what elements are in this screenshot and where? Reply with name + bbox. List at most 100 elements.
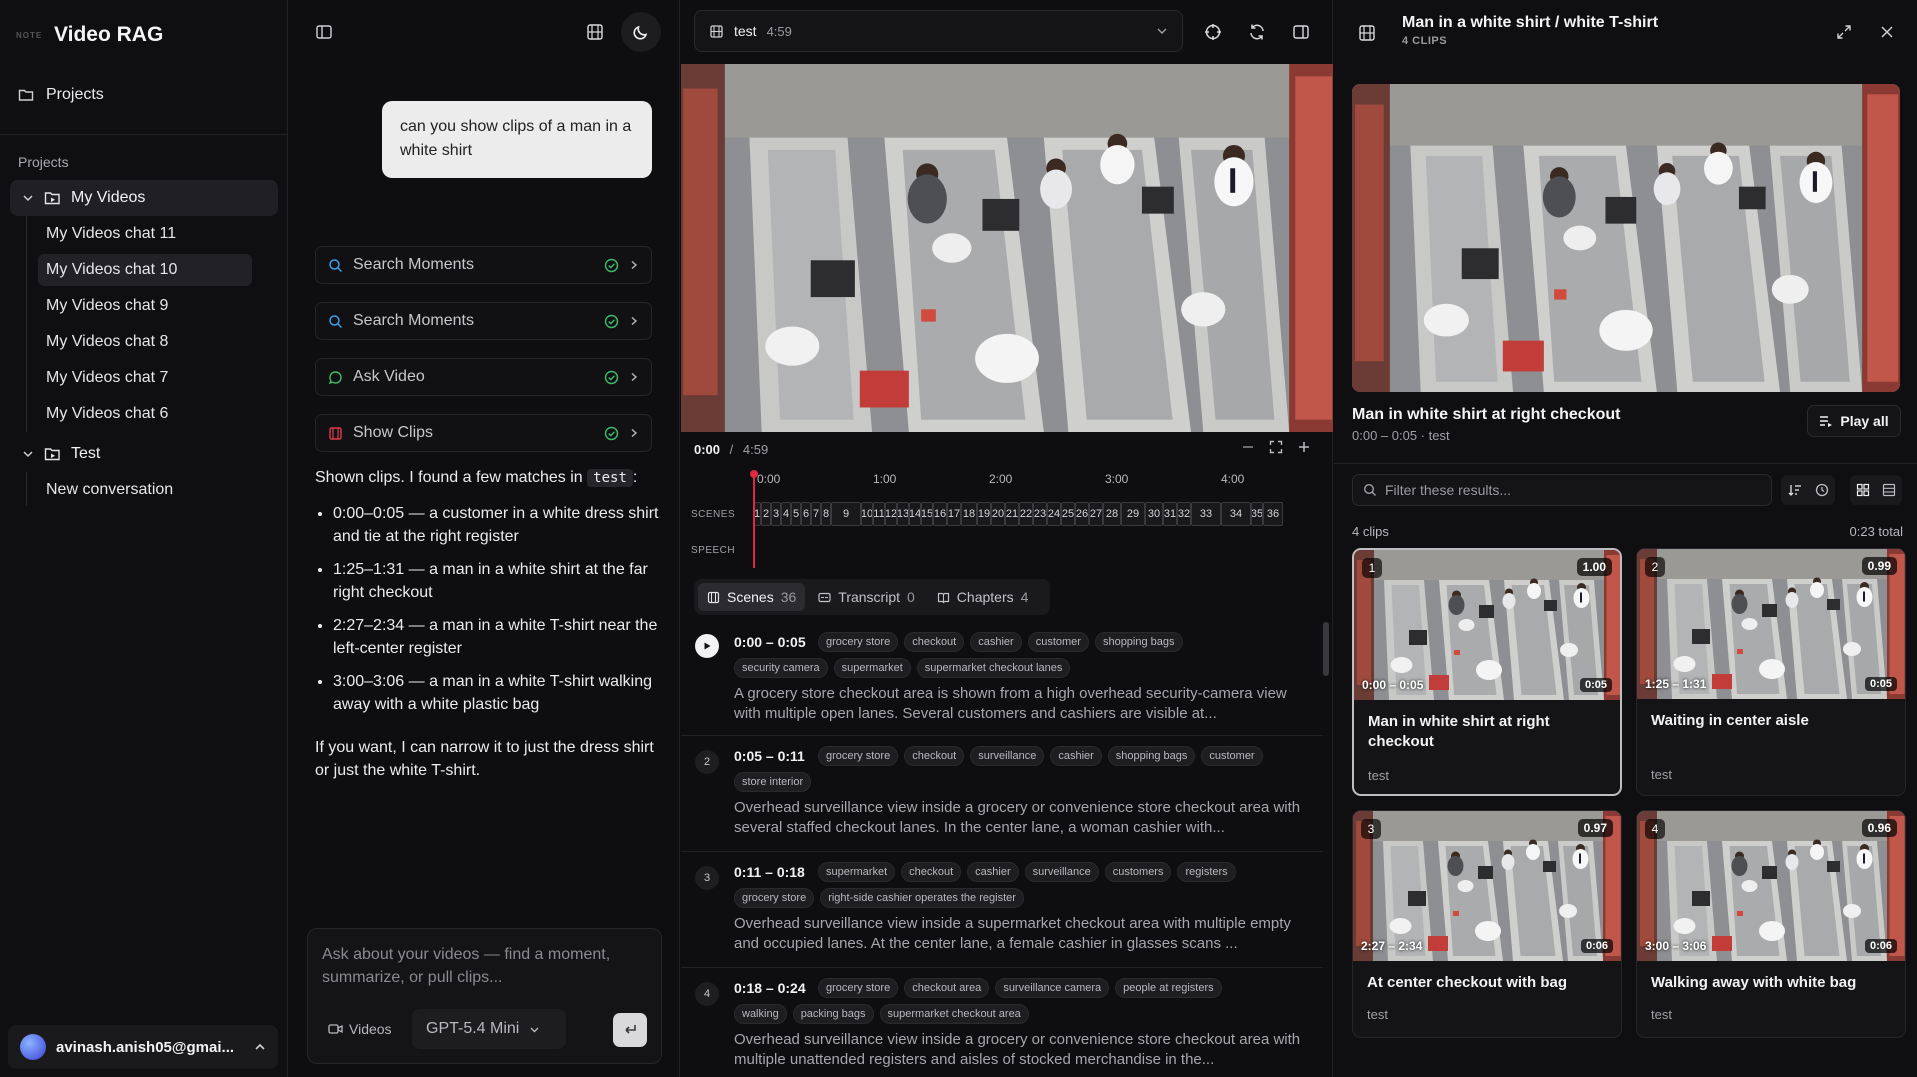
video-player[interactable] <box>681 64 1333 432</box>
scene-marker[interactable]: 24 <box>1047 502 1061 526</box>
clip-source: test <box>1651 1007 1672 1022</box>
scene-marker[interactable]: 6 <box>801 502 811 526</box>
chevron-down-icon[interactable] <box>22 448 34 460</box>
scene-marker[interactable]: 10 <box>861 502 873 526</box>
scene-marker[interactable]: 27 <box>1089 502 1103 526</box>
clip-card[interactable]: 3 0.97 2:27 – 2:34 0:06 At center checko… <box>1352 810 1622 1038</box>
tool-call-ask-video[interactable]: Ask Video <box>315 358 652 396</box>
scene-track[interactable]: 1 2 3 4 5 6 7 8 9 10 11 12 13 14 15 16 17 18 19 20 21 22 23 24 2… <box>753 502 1325 526</box>
clip-card[interactable]: 2 0.99 1:25 – 1:31 0:05 Waiting in cente… <box>1636 548 1906 796</box>
scene-marker[interactable]: 35 <box>1251 502 1263 526</box>
zoom-out-icon[interactable] <box>1241 440 1255 454</box>
scene-marker[interactable]: 17 <box>947 502 961 526</box>
expand-button[interactable] <box>1831 19 1857 45</box>
scene-marker[interactable]: 25 <box>1061 502 1075 526</box>
play-all-button[interactable]: Play all <box>1807 405 1901 437</box>
tab-transcript[interactable]: Transcript 0 <box>809 583 924 611</box>
scene-marker[interactable]: 30 <box>1145 502 1163 526</box>
fit-icon[interactable] <box>1269 440 1283 454</box>
video-select[interactable]: test 4:59 <box>694 10 1183 52</box>
sidebar-divider <box>0 134 287 135</box>
scene-marker[interactable]: 31 <box>1163 502 1177 526</box>
scene-row[interactable]: 4 0:18 – 0:24 grocery store checkout are… <box>681 968 1323 1077</box>
videos-scope-button[interactable]: Videos <box>328 1021 392 1037</box>
clip-card-selected[interactable]: 1 1.00 0:00 – 0:05 0:05 Man in white shi… <box>1352 548 1622 796</box>
scene-marker[interactable]: 8 <box>821 502 831 526</box>
chat-item[interactable]: My Videos chat 11 <box>38 218 252 250</box>
tool-call-show-clips[interactable]: Show Clips <box>315 414 652 452</box>
scene-row[interactable]: 0:00 – 0:05 grocery store checkout cashi… <box>681 622 1323 736</box>
chat-item[interactable]: My Videos chat 6 <box>38 398 252 430</box>
chat-item[interactable]: New conversation <box>38 474 252 506</box>
tab-scenes[interactable]: Scenes 36 <box>698 583 806 611</box>
refresh-button[interactable] <box>1244 19 1270 45</box>
scene-marker[interactable]: 18 <box>961 502 977 526</box>
grid-view-icon[interactable] <box>1856 483 1870 497</box>
scene-marker[interactable]: 29 <box>1121 502 1145 526</box>
scene-marker[interactable]: 2 <box>761 502 771 526</box>
tab-chapters[interactable]: Chapters 4 <box>928 583 1038 611</box>
scene-marker[interactable]: 28 <box>1103 502 1121 526</box>
scene-marker[interactable]: 33 <box>1191 502 1221 526</box>
filter-input[interactable]: Filter these results... <box>1352 474 1772 506</box>
scene-marker[interactable]: 12 <box>885 502 897 526</box>
zoom-in-icon[interactable] <box>1297 440 1311 454</box>
chat-item[interactable]: My Videos chat 8 <box>38 326 252 358</box>
folder-video-icon <box>44 190 61 206</box>
scene-marker[interactable]: 23 <box>1033 502 1047 526</box>
sort-score-icon[interactable] <box>1788 483 1802 497</box>
scene-marker[interactable]: 20 <box>991 502 1005 526</box>
send-button[interactable] <box>613 1013 647 1047</box>
scene-marker[interactable]: 14 <box>909 502 921 526</box>
toggle-panel-button[interactable] <box>1288 19 1314 45</box>
scene-marker[interactable]: 15 <box>921 502 933 526</box>
video-library-button[interactable] <box>582 19 608 45</box>
clip-preview-player[interactable] <box>1352 84 1900 392</box>
chat-item-active[interactable]: My Videos chat 10 <box>38 254 252 286</box>
scene-marker[interactable]: 13 <box>897 502 909 526</box>
play-scene-button[interactable] <box>695 634 719 658</box>
list-view-icon[interactable] <box>1882 483 1896 497</box>
scene-list-scrollbar[interactable] <box>1323 622 1329 676</box>
user-menu[interactable]: avinash.anish05@gmai... <box>8 1025 278 1069</box>
project-folder-test[interactable]: Test <box>10 436 278 472</box>
scene-marker[interactable]: 34 <box>1221 502 1251 526</box>
model-select[interactable]: GPT-5.4 Mini <box>412 1009 566 1049</box>
scene-marker[interactable]: 32 <box>1177 502 1191 526</box>
clock-icon[interactable] <box>1815 483 1829 497</box>
scene-marker[interactable]: 5 <box>791 502 801 526</box>
scene-row[interactable]: 3 0:11 – 0:18 supermarket checkout cashi… <box>681 852 1323 968</box>
projects-link-label: Projects <box>46 86 104 103</box>
theme-toggle-button[interactable] <box>621 12 661 52</box>
scene-tags: grocery store checkout surveillance cash… <box>818 746 1298 766</box>
scene-tags: grocery store checkout cashier customer … <box>818 632 1298 652</box>
scene-marker[interactable]: 11 <box>873 502 885 526</box>
chat-item[interactable]: My Videos chat 9 <box>38 290 252 322</box>
scene-marker[interactable]: 9 <box>831 502 861 526</box>
playhead[interactable] <box>753 472 755 568</box>
chevron-down-icon[interactable] <box>22 192 34 204</box>
target-button[interactable] <box>1200 19 1226 45</box>
scene-marker[interactable]: 7 <box>811 502 821 526</box>
chat-item[interactable]: My Videos chat 7 <box>38 362 252 394</box>
scene-marker[interactable]: 3 <box>771 502 781 526</box>
scene-marker[interactable]: 26 <box>1075 502 1089 526</box>
scene-marker[interactable]: 16 <box>933 502 947 526</box>
message-input[interactable]: Ask about your videos — find a moment, s… <box>322 943 642 989</box>
clip-card[interactable]: 4 0.96 3:00 – 3:06 0:06 Walking away wit… <box>1636 810 1906 1038</box>
toggle-sidebar-button[interactable] <box>311 19 337 45</box>
scene-row[interactable]: 2 0:05 – 0:11 grocery store checkout sur… <box>681 736 1323 852</box>
scene-marker[interactable]: 22 <box>1019 502 1033 526</box>
projects-link[interactable]: Projects <box>18 86 104 104</box>
scene-marker[interactable]: 36 <box>1263 502 1283 526</box>
video-chip[interactable]: test <box>587 469 633 487</box>
project-folder-my-videos[interactable]: My Videos <box>10 180 278 216</box>
tool-call-search-moments[interactable]: Search Moments <box>315 302 652 340</box>
video-camera-icon <box>328 1023 343 1035</box>
tool-call-search-moments[interactable]: Search Moments <box>315 246 652 284</box>
scene-marker[interactable]: 4 <box>781 502 791 526</box>
close-button[interactable] <box>1874 19 1900 45</box>
scene-time: 0:00 – 0:05 <box>734 634 806 650</box>
scene-marker[interactable]: 21 <box>1005 502 1019 526</box>
scene-marker[interactable]: 19 <box>977 502 991 526</box>
